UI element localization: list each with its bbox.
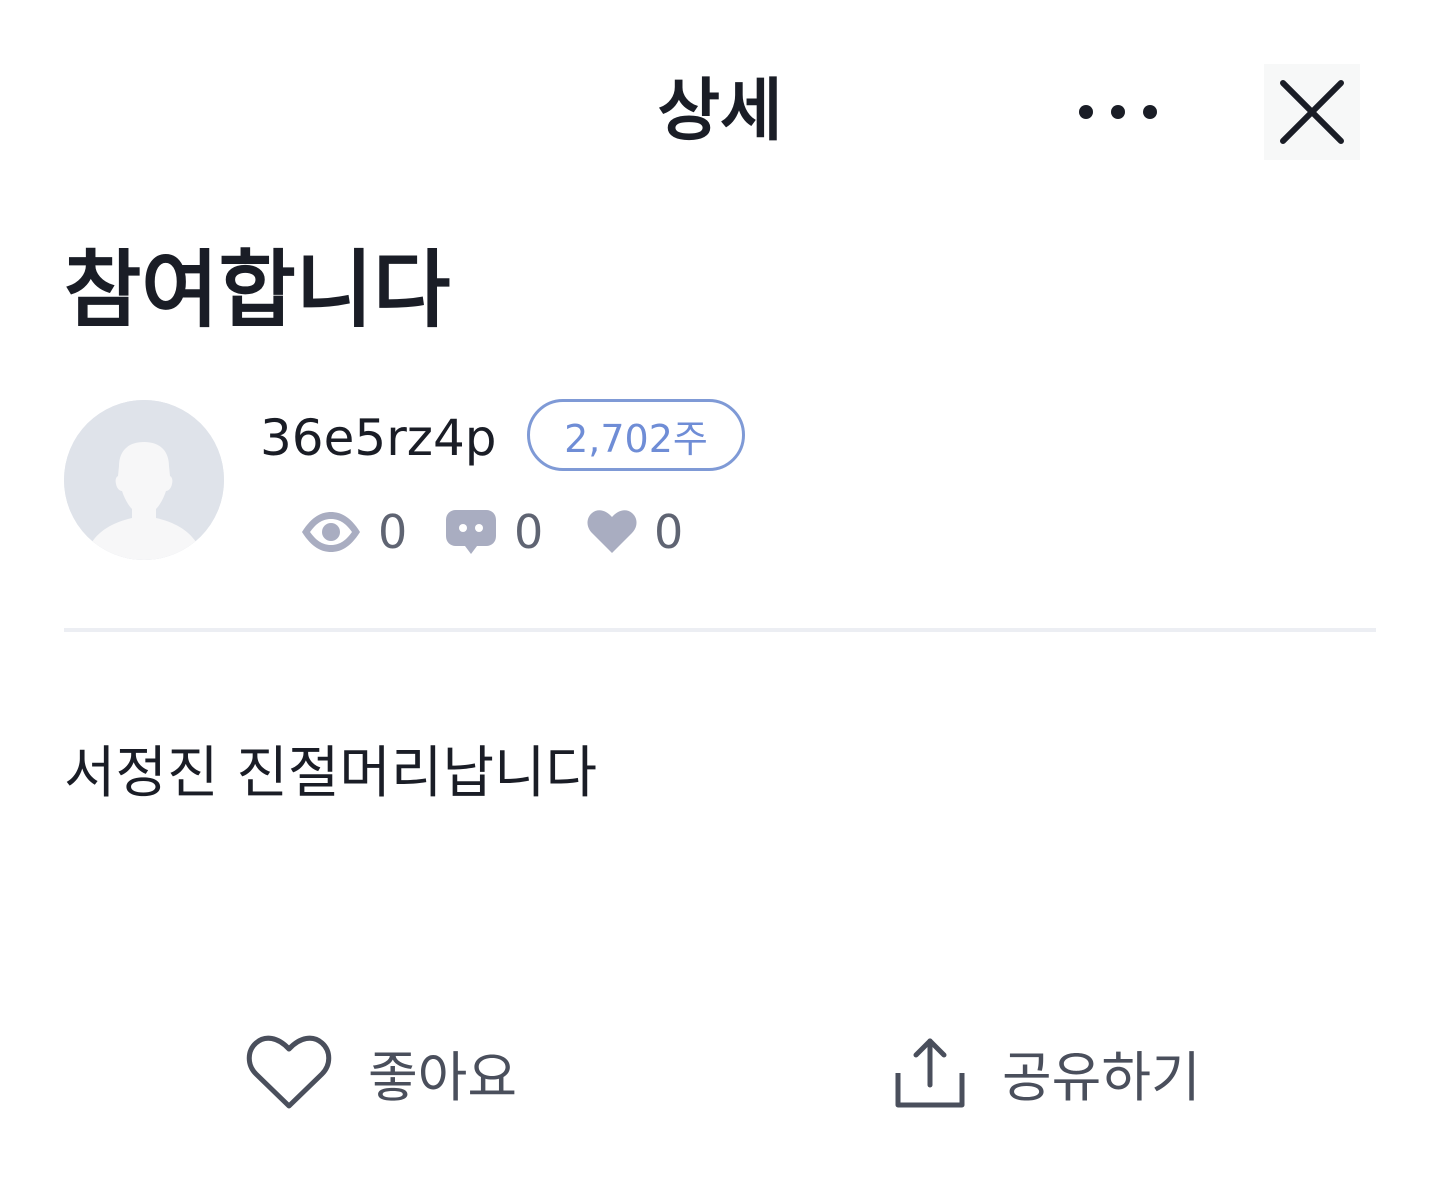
likes-count: 0 (654, 505, 684, 559)
post-body: 서정진 진절머리납니다 (64, 741, 598, 806)
heart-outline-icon (246, 1035, 332, 1109)
views-stat: 0 (300, 500, 407, 564)
avatar[interactable] (64, 400, 224, 560)
comments-count: 0 (514, 505, 544, 559)
close-button[interactable] (1264, 64, 1360, 160)
likes-stat: 0 (586, 500, 683, 564)
divider (64, 628, 1376, 632)
share-label: 공유하기 (1002, 1045, 1201, 1109)
default-avatar-icon (64, 400, 224, 560)
author-name[interactable]: 36e5rz4p (260, 406, 497, 470)
comment-bubble-icon (446, 510, 496, 554)
more-dot-icon (1079, 105, 1093, 119)
comments-stat: 0 (444, 500, 543, 564)
post-title: 참여합니다 (64, 241, 451, 339)
like-button[interactable]: 좋아요 (246, 1024, 517, 1120)
more-dot-icon (1111, 105, 1125, 119)
share-button[interactable]: 공유하기 (894, 1024, 1201, 1120)
more-dot-icon (1143, 105, 1157, 119)
share-icon (895, 1038, 965, 1108)
close-icon (1280, 80, 1344, 144)
header-title: 상세 (657, 72, 783, 151)
like-label: 좋아요 (368, 1045, 518, 1109)
points-badge: 2,702주 (527, 399, 745, 471)
views-count: 0 (378, 505, 408, 559)
more-options-button[interactable] (1068, 72, 1168, 152)
eye-icon (302, 512, 360, 552)
heart-filled-icon (587, 510, 637, 553)
